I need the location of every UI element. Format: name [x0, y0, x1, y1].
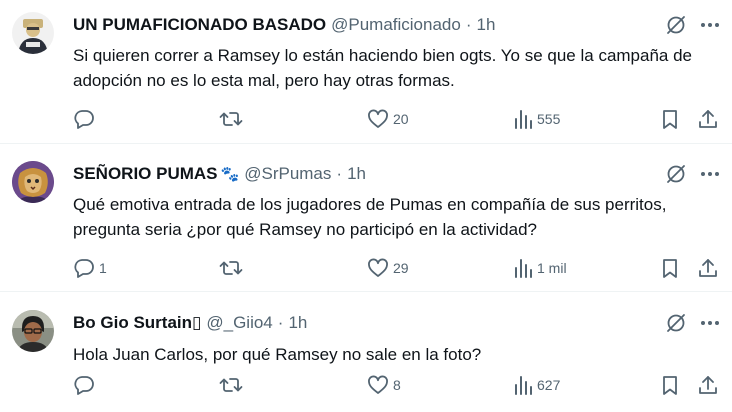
timestamp[interactable]: 1h: [347, 164, 366, 184]
reply-icon: [74, 110, 94, 129]
action-bar: 8 627: [0, 373, 732, 397]
action-bar: 1 29 1 mil: [0, 256, 732, 280]
view-count: 1 mil: [537, 260, 567, 276]
avatar[interactable]: [12, 310, 54, 352]
views-button[interactable]: 627: [513, 373, 560, 397]
tweet[interactable]: SEÑORIO PUMAS 🐾 @SrPumas · 1h Qué emotiv…: [0, 144, 732, 292]
share-button[interactable]: [697, 256, 719, 280]
share-icon: [699, 110, 717, 128]
like-button[interactable]: 8: [367, 373, 401, 397]
grok-icon[interactable]: [664, 162, 688, 186]
tweet-header: UN PUMAFICIONADO BASADO @Pumaficionado ·…: [73, 14, 495, 36]
grok-icon[interactable]: [664, 311, 688, 335]
like-icon: [368, 258, 388, 277]
retweet-icon: [219, 378, 243, 392]
retweet-icon: [219, 261, 243, 275]
retweet-icon: [219, 112, 243, 126]
like-count: 8: [393, 377, 401, 393]
views-icon: [515, 376, 532, 395]
share-icon: [699, 259, 717, 277]
reply-button[interactable]: 1: [73, 256, 107, 280]
timestamp[interactable]: 1h: [288, 313, 307, 333]
share-button[interactable]: [697, 373, 719, 397]
views-icon: [515, 110, 532, 129]
view-count: 627: [537, 377, 561, 393]
more-icon[interactable]: [697, 311, 723, 335]
views-button[interactable]: 1 mil: [513, 256, 567, 280]
view-count: 555: [537, 111, 561, 127]
more-icon[interactable]: [697, 162, 723, 186]
avatar[interactable]: [12, 12, 54, 54]
tweet-text: Si quieren correr a Ramsey lo están haci…: [73, 46, 693, 90]
reply-icon: [74, 259, 94, 278]
like-button[interactable]: 29: [367, 256, 409, 280]
like-count: 29: [393, 260, 409, 276]
tweet[interactable]: UN PUMAFICIONADO BASADO @Pumaficionado ·…: [0, 0, 732, 144]
bookmark-icon: [663, 110, 677, 129]
reply-button[interactable]: [73, 107, 99, 131]
views-button[interactable]: 555: [513, 107, 560, 131]
separator: ·: [465, 15, 472, 34]
display-name[interactable]: UN PUMAFICIONADO BASADO: [73, 15, 326, 35]
unsupported-glyph: ▯: [192, 313, 202, 332]
bookmark-button[interactable]: [659, 107, 681, 131]
share-button[interactable]: [697, 107, 719, 131]
reply-count: 1: [99, 260, 107, 276]
views-icon: [515, 259, 532, 278]
reply-button[interactable]: [73, 373, 99, 397]
tweet[interactable]: Bo Gio Surtain ▯ @_Giio4 · 1h Hola Juan …: [0, 292, 732, 412]
separator: ·: [336, 164, 343, 183]
like-button[interactable]: 20: [367, 107, 409, 131]
grok-icon[interactable]: [664, 13, 688, 37]
tweet-text: Hola Juan Carlos, por qué Ramsey no sale…: [73, 345, 482, 364]
retweet-button[interactable]: [219, 107, 247, 131]
like-count: 20: [393, 111, 409, 127]
display-name[interactable]: SEÑORIO PUMAS: [73, 164, 218, 184]
bookmark-icon: [663, 376, 677, 395]
action-bar: 20 555: [0, 107, 732, 131]
user-handle[interactable]: @SrPumas: [244, 164, 331, 184]
paw-emoji: 🐾: [220, 166, 240, 183]
retweet-button[interactable]: [219, 373, 247, 397]
like-icon: [368, 375, 388, 394]
bookmark-icon: [663, 259, 677, 278]
display-name[interactable]: Bo Gio Surtain: [73, 313, 192, 333]
like-icon: [368, 109, 388, 128]
reply-icon: [74, 376, 94, 395]
user-handle[interactable]: @Pumaficionado: [331, 15, 461, 35]
more-icon[interactable]: [697, 13, 723, 37]
bookmark-button[interactable]: [659, 256, 681, 280]
user-handle[interactable]: @_Giio4: [206, 313, 272, 333]
share-icon: [699, 376, 717, 394]
tweet-header: SEÑORIO PUMAS 🐾 @SrPumas · 1h: [73, 163, 366, 185]
separator: ·: [277, 313, 284, 332]
retweet-button[interactable]: [219, 256, 247, 280]
tweet-text: Qué emotiva entrada de los jugadores de …: [73, 195, 667, 239]
bookmark-button[interactable]: [659, 373, 681, 397]
timestamp[interactable]: 1h: [477, 15, 496, 35]
avatar[interactable]: [12, 161, 54, 203]
tweet-header: Bo Gio Surtain ▯ @_Giio4 · 1h: [73, 312, 307, 334]
